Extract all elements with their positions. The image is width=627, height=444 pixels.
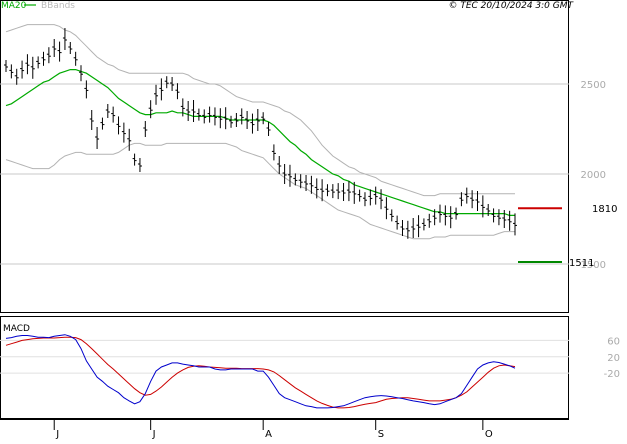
macd-panel-title: MACD — [3, 324, 30, 334]
macd-panel — [0, 316, 569, 419]
price-tick-label: 2500 — [581, 80, 606, 91]
macd-tick-label: 20 — [607, 353, 620, 364]
price-panel — [0, 0, 569, 313]
source-label: © TEC 20/10/2024 3:0 GMT — [448, 1, 574, 11]
chart-container: 2500 2000 1500 60 20 -20 J J A S O MA20 BBands © T… — [0, 0, 627, 440]
month-tick-label: S — [378, 429, 384, 440]
month-tick-label: J — [55, 429, 59, 440]
price-tick-label: 2000 — [581, 170, 606, 181]
month-tick-label: J — [152, 429, 156, 440]
support-level-label: 1511 — [569, 258, 594, 269]
resistance-level-label: 1810 — [592, 204, 617, 215]
month-tick-label: O — [485, 429, 493, 440]
legend-ma-label: MA20 — [1, 1, 27, 11]
stock-chart: 2500200015006020-20J J A S O MA20 BBands © T… — [0, 0, 620, 440]
macd-tick-label: -20 — [604, 369, 620, 380]
macd-tick-label: 60 — [607, 336, 620, 347]
legend-bbands-label: BBands — [41, 1, 75, 11]
month-tick-label: A — [265, 429, 272, 440]
